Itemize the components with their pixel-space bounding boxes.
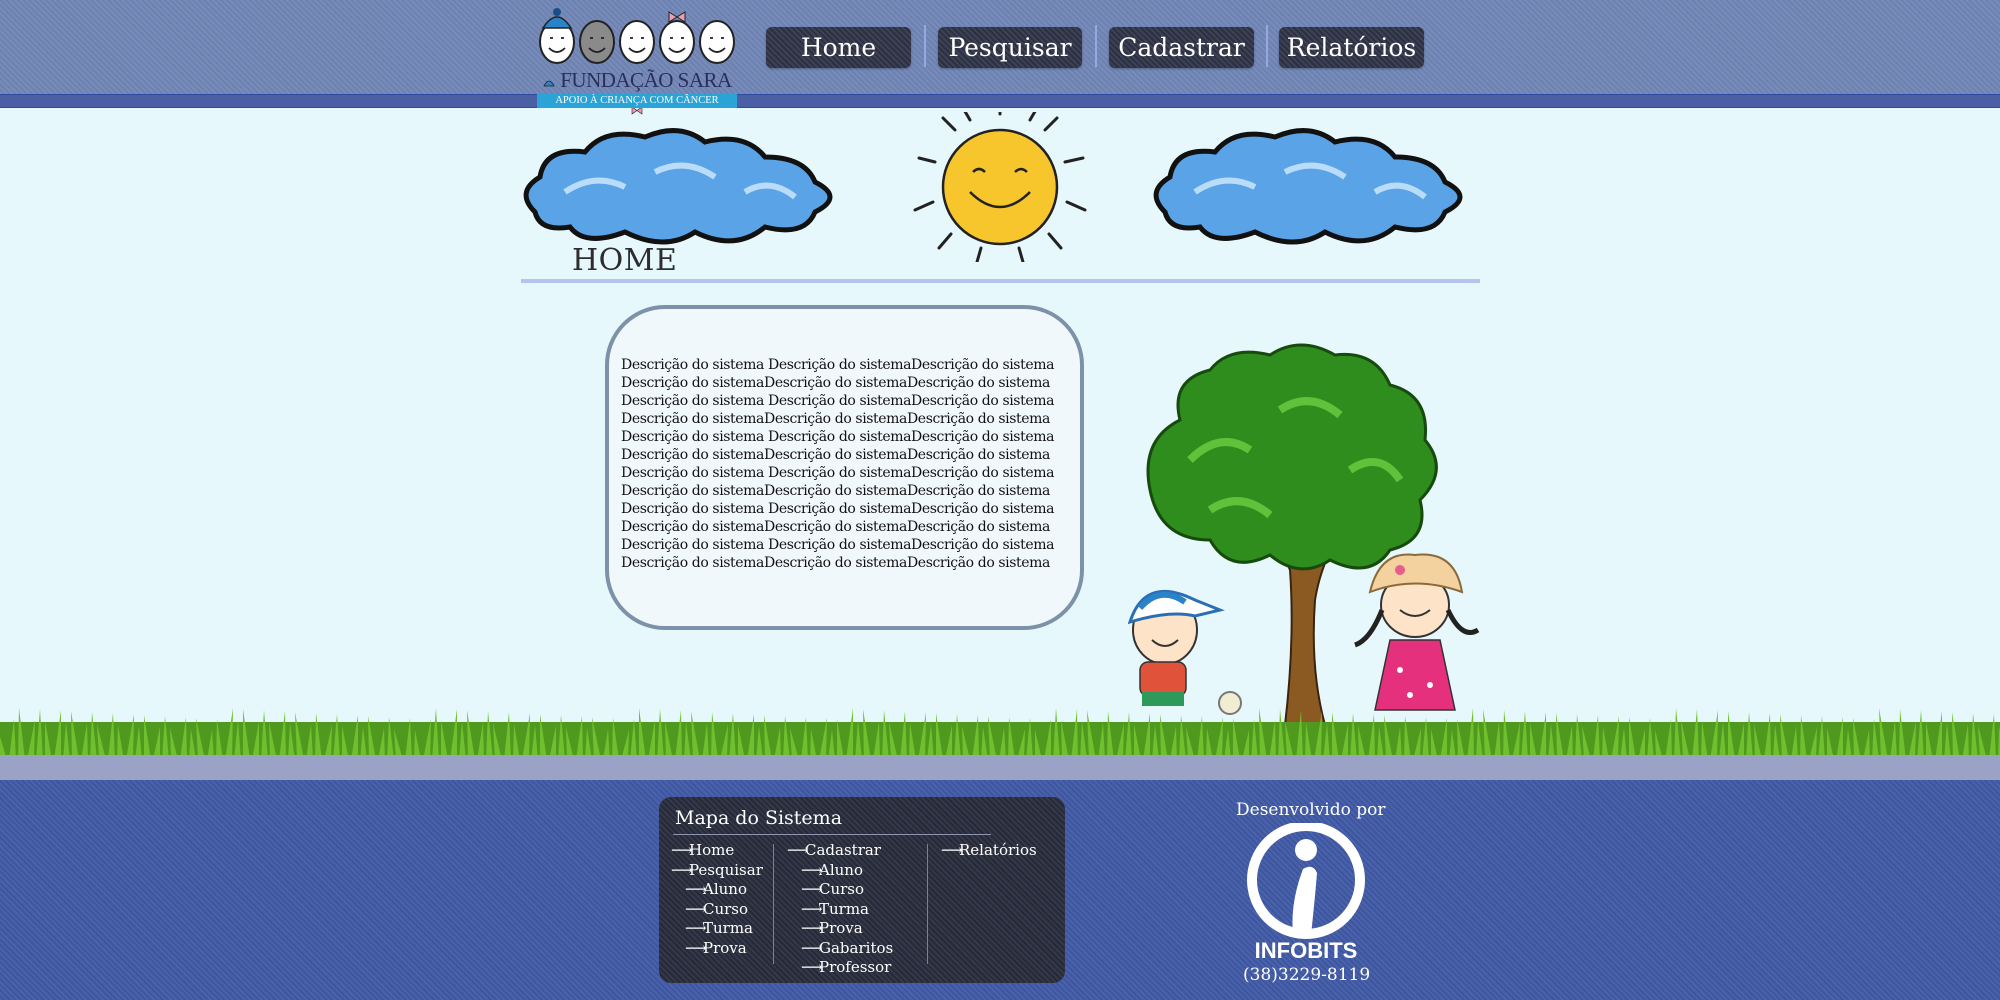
sitemap-link-cadastrar-gabaritos[interactable]: ⟶Gabaritos — [787, 939, 893, 959]
sitemap-column-1: ⟶Home ⟶Pesquisar ⟶Aluno ⟶Curso ⟶Turma ⟶P… — [671, 841, 763, 958]
grass-strip — [0, 708, 2000, 760]
sitemap-rule — [673, 834, 991, 835]
sitemap-link-home[interactable]: ⟶Home — [671, 841, 763, 861]
sitemap-link-label: Turma — [819, 899, 870, 918]
arrow-right-icon: ⟶ — [801, 938, 823, 957]
page-title: HOME — [572, 243, 678, 278]
logo-name-text: FUNDAÇÃO SARA — [560, 68, 731, 92]
arrow-right-icon: ⟶ — [685, 938, 707, 957]
arrow-right-icon: ⟶ — [685, 899, 707, 918]
sitemap-link-cadastrar-turma[interactable]: ⟶Turma — [787, 900, 893, 920]
logo-tagline: APOIO À CRIANÇA COM CÂNCER — [537, 94, 737, 108]
nav-separator — [924, 25, 926, 67]
grass-base — [0, 755, 2000, 780]
sitemap-link-cadastrar-curso[interactable]: ⟶Curso — [787, 880, 893, 900]
sitemap-column-3: ⟶Relatórios — [941, 841, 1037, 861]
cloud-left-icon — [523, 128, 833, 245]
sitemap-link-label: Turma — [703, 919, 754, 937]
sitemap-link-cadastrar-prova[interactable]: ⟶Prova — [787, 919, 893, 939]
arrow-right-icon: ⟶ — [685, 919, 707, 937]
logo-children-faces-icon — [539, 8, 735, 64]
arrow-right-icon: ⟶ — [671, 860, 693, 879]
sitemap-link-label: Home — [689, 841, 735, 859]
nav-relatorios-button[interactable]: Relatórios — [1279, 27, 1424, 68]
sitemap-link-cadastrar-professor[interactable]: ⟶Professor — [787, 958, 893, 978]
sitemap-link-relatorios[interactable]: ⟶Relatórios — [941, 841, 1037, 861]
sitemap-link-label: Curso — [703, 899, 749, 918]
cloud-right-icon — [1153, 128, 1463, 245]
sitemap-column-2: ⟶Cadastrar ⟶Aluno ⟶Curso ⟶Turma ⟶Prova ⟶… — [787, 841, 893, 978]
arrow-right-icon: ⟶ — [801, 919, 823, 937]
infobits-logo-text: INFOBITS — [1255, 938, 1358, 963]
sun-icon — [913, 112, 1087, 262]
girl-with-hat-icon — [1354, 553, 1480, 711]
nav-separator — [1266, 25, 1268, 67]
arrow-right-icon: ⟶ — [685, 880, 707, 898]
arrow-right-icon: ⟶ — [801, 860, 823, 879]
sitemap-link-label: Prova — [703, 938, 747, 957]
contact-phone: (38)3229-8119 — [1243, 965, 1371, 985]
infobits-logo[interactable]: INFOBITS — [1245, 823, 1367, 963]
arrow-right-icon: ⟶ — [801, 899, 823, 918]
sitemap-link-label: Aluno — [819, 860, 863, 879]
developed-by-label: Desenvolvido por — [1236, 800, 1386, 820]
sitemap-link-label: Pesquisar — [689, 860, 763, 879]
tree-kids-illustration — [1127, 343, 1480, 726]
description-box: Descrição do sistema Descrição do sistem… — [605, 305, 1084, 630]
arrow-right-icon: ⟶ — [671, 841, 693, 859]
sky-illustration — [523, 112, 1463, 262]
sitemap-link-pesquisar-aluno[interactable]: ⟶Aluno — [671, 880, 763, 900]
sitemap-link-label: Prova — [819, 919, 863, 937]
cap-mini-icon — [543, 80, 556, 87]
sitemap-link-pesquisar-turma[interactable]: ⟶Turma — [671, 919, 763, 939]
nav-cadastrar-button[interactable]: Cadastrar — [1109, 27, 1254, 68]
sitemap-link-label: Curso — [819, 880, 865, 898]
description-text: Descrição do sistema Descrição do sistem… — [621, 357, 1055, 571]
sitemap-divider — [773, 844, 774, 964]
sitemap-panel: Mapa do Sistema ⟶Home ⟶Pesquisar ⟶Aluno … — [659, 797, 1065, 983]
sitemap-link-pesquisar-curso[interactable]: ⟶Curso — [671, 900, 763, 920]
sitemap-link-label: Relatórios — [959, 841, 1037, 859]
nav-pesquisar-button[interactable]: Pesquisar — [938, 27, 1082, 68]
sitemap-link-cadastrar[interactable]: ⟶Cadastrar — [787, 841, 893, 861]
boy-with-cap-icon — [1127, 589, 1242, 715]
arrow-right-icon: ⟶ — [801, 880, 823, 898]
logo[interactable]: FUNDAÇÃO SARA APOIO À CRIANÇA COM CÂNCER — [537, 2, 737, 115]
arrow-right-icon: ⟶ — [801, 958, 823, 976]
sitemap-link-pesquisar-prova[interactable]: ⟶Prova — [671, 939, 763, 959]
logo-name: FUNDAÇÃO SARA — [537, 66, 737, 115]
sitemap-title: Mapa do Sistema — [675, 807, 843, 829]
sitemap-divider — [927, 844, 928, 964]
title-divider — [521, 279, 1480, 283]
sitemap-link-label: Gabaritos — [819, 938, 894, 957]
sitemap-link-label: Aluno — [703, 880, 747, 898]
nav-home-button[interactable]: Home — [766, 27, 911, 68]
sitemap-link-label: Cadastrar — [805, 841, 881, 859]
arrow-right-icon: ⟶ — [787, 841, 809, 859]
header-strip — [0, 94, 2000, 108]
sitemap-link-pesquisar[interactable]: ⟶Pesquisar — [671, 861, 763, 881]
nav-separator — [1095, 25, 1097, 67]
arrow-right-icon: ⟶ — [941, 841, 963, 859]
sitemap-link-label: Professor — [819, 958, 892, 976]
sitemap-link-cadastrar-aluno[interactable]: ⟶Aluno — [787, 861, 893, 881]
